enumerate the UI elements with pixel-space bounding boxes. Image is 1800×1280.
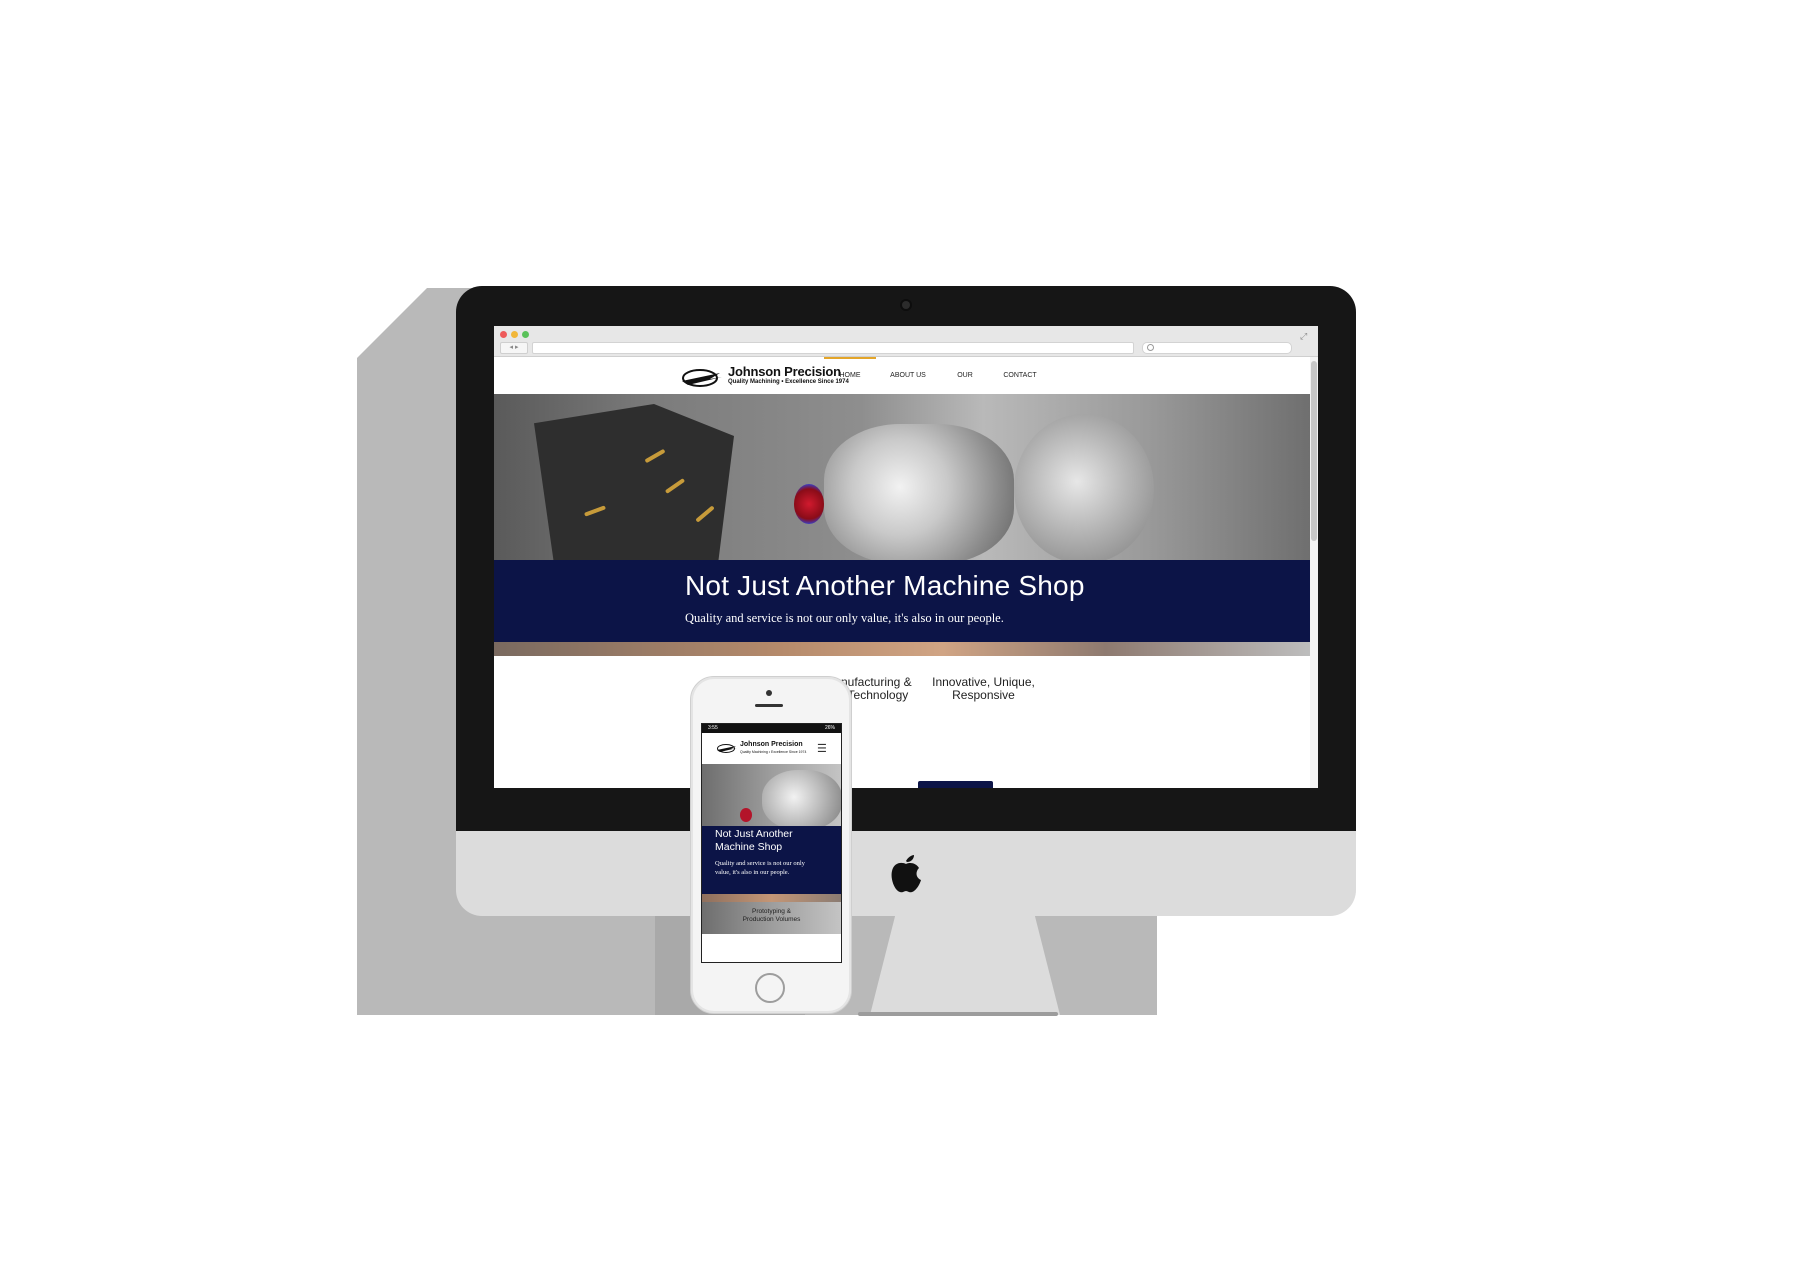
imac-device: ◂ ▸ ⤢ Johnson Precision Quality Machinin…	[456, 286, 1356, 916]
browser-search-field[interactable]	[1142, 342, 1292, 354]
mobile-site-header: Johnson Precision Quality Machining • Ex…	[702, 733, 841, 764]
search-icon	[1147, 344, 1154, 351]
hero-section: Not Just Another Machine Shop Quality an…	[494, 394, 1310, 656]
nav-home[interactable]: HOME	[824, 357, 876, 396]
feature-line: Responsive	[952, 688, 1015, 702]
mobile-feature-line: Prototyping &	[751, 908, 792, 915]
nav-contact-us[interactable]: CONTACT US	[999, 357, 1041, 416]
fullscreen-icon[interactable]: ⤢	[1300, 331, 1307, 342]
mobile-hero-title: Not Just Another Machine Shop	[715, 828, 793, 853]
phone-screen: 3:55 26% Johnson Precision Quality Machi…	[701, 723, 842, 963]
imac-screen: ◂ ▸ ⤢ Johnson Precision Quality Machinin…	[494, 326, 1318, 788]
feature-button[interactable]	[918, 781, 993, 788]
status-battery: 26%	[824, 725, 835, 731]
mobile-hero-copper-strip	[702, 894, 841, 902]
address-bar[interactable]	[532, 342, 1134, 354]
phone-home-button[interactable]	[755, 973, 785, 1003]
scrollbar-thumb[interactable]	[1311, 361, 1317, 541]
mobile-hero-red-lens	[740, 808, 752, 822]
hero-copper-strip	[494, 642, 1310, 656]
iphone-device: 3:55 26% Johnson Precision Quality Machi…	[690, 676, 852, 1014]
feature-innovative: Innovative, Unique, Responsive	[926, 676, 1041, 702]
hero-machine-turret	[534, 404, 734, 564]
maximize-window-button[interactable]	[522, 331, 529, 338]
close-window-button[interactable]	[500, 331, 507, 338]
back-forward-buttons[interactable]: ◂ ▸	[500, 342, 528, 354]
browser-chrome: ◂ ▸ ⤢	[494, 326, 1318, 357]
mobile-brand-name[interactable]: Johnson Precision	[740, 741, 803, 748]
mobile-brand-tagline: Quality Machining • Excellence Since 197…	[740, 750, 807, 754]
hero-lathe-chuck	[824, 424, 1014, 564]
minimize-window-button[interactable]	[511, 331, 518, 338]
hero-spindle	[1014, 414, 1154, 564]
mobile-hero-chuck	[762, 770, 841, 830]
mobile-feature-prototyping: Prototyping & Production Volumes	[702, 908, 841, 924]
mobile-hero-subtitle: Quality and service is not our only valu…	[715, 860, 805, 876]
johnson-precision-logo-icon[interactable]	[680, 367, 724, 389]
imac-stand-foot	[858, 1012, 1058, 1016]
nav-our-services[interactable]: OUR SERVICES	[940, 357, 990, 416]
phone-status-bar: 3:55 26%	[702, 724, 841, 733]
status-time: 3:55	[708, 725, 718, 731]
imac-stand	[870, 910, 1060, 1015]
nav-about-us[interactable]: ABOUT US	[888, 357, 928, 394]
hero-title: Not Just Another Machine Shop	[685, 570, 1085, 601]
page-scrollbar[interactable]	[1310, 357, 1318, 788]
johnson-precision-logo-icon[interactable]	[716, 743, 738, 754]
site-header: Johnson Precision Quality Machining • Ex…	[494, 357, 1318, 416]
mobile-feature-line: Production Volumes	[742, 916, 801, 923]
hamburger-menu-icon[interactable]: ☰	[817, 744, 827, 755]
hero-subtitle: Quality and service is not our only valu…	[685, 611, 1004, 625]
phone-camera	[766, 690, 772, 696]
apple-logo-icon	[891, 855, 921, 893]
hero-red-lens	[794, 484, 824, 524]
phone-speaker	[755, 704, 783, 707]
imac-camera	[902, 301, 910, 309]
